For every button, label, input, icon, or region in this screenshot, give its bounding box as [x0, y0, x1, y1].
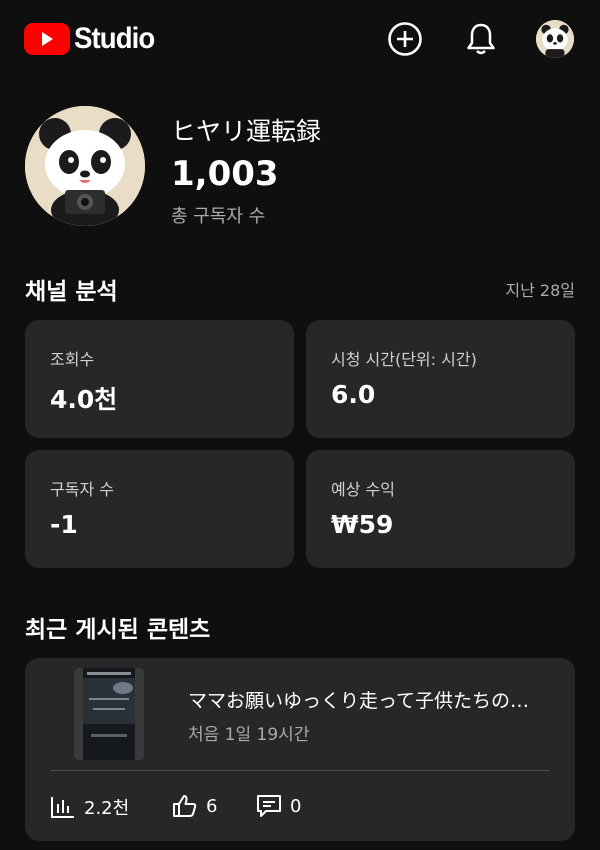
card-label: 시청 시간(단위: 시간) — [331, 350, 477, 369]
card-value: -1 — [50, 510, 78, 539]
card-label: 구독자 수 — [50, 480, 114, 499]
youtube-play-icon — [24, 23, 70, 55]
likes-stat: 6 — [172, 794, 217, 818]
subscriber-count: 1,003 — [171, 154, 279, 194]
app-name: Studio — [74, 22, 155, 55]
analytics-card-revenue[interactable]: 예상 수익 ₩59 — [306, 450, 575, 568]
thumbnail-image — [83, 668, 135, 760]
card-value: 6.0 — [331, 380, 376, 409]
recent-video-card[interactable]: ママお願いゆっくり走って子供たちの… 처음 1일 19시간 2.2천 6 0 — [25, 658, 575, 841]
comments-stat: 0 — [256, 794, 301, 818]
account-avatar[interactable] — [536, 20, 574, 58]
channel-avatar[interactable] — [25, 106, 145, 226]
card-label: 예상 수익 — [331, 480, 395, 499]
analytics-card-subscribers[interactable]: 구독자 수 -1 — [25, 450, 294, 568]
thumbs-up-icon — [173, 795, 197, 817]
analytics-title: 채널 분석 — [25, 279, 118, 305]
comments-count: 0 — [290, 795, 302, 817]
analytics-card-watch-time[interactable]: 시청 시간(단위: 시간) 6.0 — [306, 320, 575, 438]
top-bar: Studio — [0, 0, 600, 80]
video-age: 처음 1일 19시간 — [188, 725, 310, 745]
channel-header: ヒヤリ運転録 1,003 총 구독자 수 — [25, 106, 585, 228]
likes-count: 6 — [206, 795, 218, 817]
analytics-period: 지난 28일 — [505, 281, 575, 300]
recent-content-title: 최근 게시된 콘텐츠 — [25, 617, 211, 643]
card-value: 4.0천 — [50, 385, 118, 414]
bar-chart-icon — [51, 797, 74, 818]
video-title[interactable]: ママお願いゆっくり走って子供たちの… — [188, 686, 558, 713]
divider — [50, 770, 550, 771]
card-label: 조회수 — [50, 350, 95, 369]
video-thumbnail[interactable] — [74, 668, 144, 760]
channel-name: ヒヤリ運転録 — [171, 117, 322, 146]
create-icon[interactable] — [386, 20, 424, 58]
card-value: ₩59 — [331, 510, 394, 539]
comment-icon — [257, 795, 281, 817]
subscriber-label: 총 구독자 수 — [171, 206, 266, 227]
youtube-studio-logo[interactable]: Studio — [24, 22, 161, 56]
notifications-icon[interactable] — [462, 20, 500, 58]
views-count: 2.2천 — [84, 798, 130, 819]
analytics-card-views[interactable]: 조회수 4.0천 — [25, 320, 294, 438]
views-stat: 2.2천 — [50, 794, 129, 820]
